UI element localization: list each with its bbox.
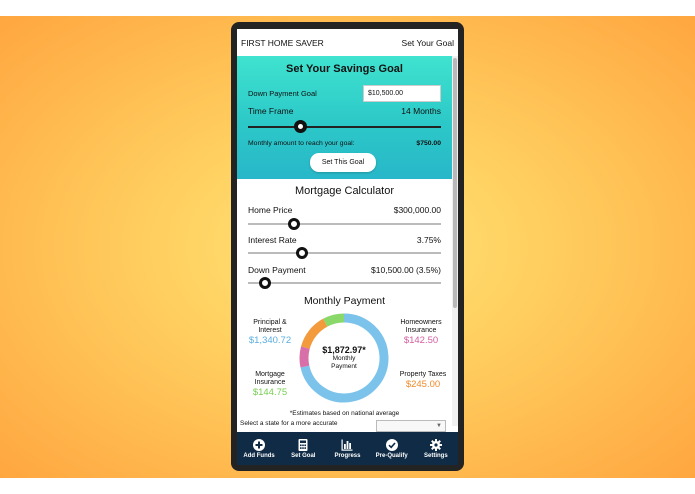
time-frame-value: 14 Months — [401, 106, 441, 116]
set-this-goal-button[interactable]: Set This Goal — [310, 153, 376, 172]
monthly-payment-heading: Monthly Payment — [303, 295, 386, 307]
interest-rate-slider[interactable] — [248, 247, 441, 259]
down-payment-goal-row: Down Payment Goal $10,500.00 — [248, 85, 441, 102]
home-price-track — [248, 223, 441, 225]
home-price-slider[interactable] — [248, 218, 441, 230]
down-payment-track — [248, 282, 441, 284]
legend-principal-interest-value: $1,340.72 — [248, 335, 292, 346]
interest-rate-knob[interactable] — [296, 247, 309, 259]
chevron-down-icon: ▼ — [436, 423, 442, 429]
app-title: FIRST HOME SAVER — [241, 37, 324, 48]
nav-progress[interactable]: Progress — [325, 439, 369, 459]
calculator-icon — [298, 438, 308, 451]
set-goal-link[interactable]: Set Your Goal — [402, 38, 454, 48]
state-prompt: Select a state for a more accurate — [240, 420, 338, 427]
home-price-row: Home Price $300,000.00 — [248, 205, 441, 215]
state-select[interactable]: ▼ — [376, 420, 446, 432]
legend-property-taxes-value: $245.00 — [405, 379, 441, 390]
legend-property-taxes-label: Property Taxes — [399, 371, 447, 378]
phone-frame: FIRST HOME SAVER Set Your Goal Set Your … — [231, 22, 464, 471]
home-price-label: Home Price — [248, 205, 293, 215]
monthly-payment-total: $1,872.97* — [322, 345, 366, 355]
interest-rate-track — [248, 252, 441, 254]
nav-add-funds-label: Add Funds — [243, 452, 275, 459]
scrollbar-thumb[interactable] — [453, 58, 457, 308]
mortgage-heading: Mortgage Calculator — [294, 185, 395, 197]
time-frame-label: Time Frame — [248, 106, 294, 116]
time-frame-slider[interactable] — [248, 120, 441, 133]
time-frame-row: Time Frame 14 Months — [248, 106, 441, 116]
nav-settings-label: Settings — [424, 452, 448, 459]
estimate-note: *Estimates based on national average — [289, 410, 400, 417]
monthly-payment-center-label: Monthly Payment — [331, 355, 357, 370]
nav-set-goal-label: Set Goal — [291, 452, 316, 459]
down-payment-knob[interactable] — [259, 277, 272, 289]
legend-property-taxes: Property Taxes $245.00 — [392, 371, 454, 391]
down-payment-goal-label: Down Payment Goal — [248, 89, 317, 98]
interest-rate-value: 3.75% — [416, 235, 441, 245]
legend-principal-interest-label: Principal & Interest — [253, 319, 287, 334]
monthly-amount-row: Monthly amount to reach your goal: $750.… — [248, 140, 441, 147]
legend-mortgage-insurance: Mortgage Insurance $144.75 — [241, 371, 299, 399]
nav-pre-qualify[interactable]: Pre-Qualify — [370, 438, 414, 459]
down-payment-value: $10,500.00 (3.5%) — [371, 265, 441, 275]
donut-center: $1,872.97* Monthly Payment — [299, 313, 389, 403]
bar-chart-icon — [341, 439, 353, 451]
top-bar: FIRST HOME SAVER Set Your Goal — [237, 29, 458, 56]
legend-principal-interest: Principal & Interest $1,340.72 — [241, 319, 299, 347]
monthly-amount-value: $750.00 — [416, 140, 441, 147]
down-payment-goal-input[interactable]: $10,500.00 — [363, 85, 441, 102]
legend-mortgage-insurance-label: Mortgage Insurance — [254, 371, 286, 386]
down-payment-slider[interactable] — [248, 277, 441, 289]
nav-add-funds[interactable]: Add Funds — [237, 438, 281, 459]
home-price-value: $300,000.00 — [393, 205, 441, 215]
nav-progress-label: Progress — [334, 452, 361, 459]
interest-rate-label: Interest Rate — [248, 235, 297, 245]
bottom-nav: Add Funds Set Goal Progress Pre-Qualify … — [237, 432, 458, 465]
plus-circle-icon — [253, 438, 266, 451]
scrollbar[interactable] — [452, 56, 458, 426]
monthly-amount-label: Monthly amount to reach your goal: — [248, 140, 355, 147]
mortgage-calculator: Mortgage Calculator Home Price $300,000.… — [237, 179, 454, 432]
savings-heading: Set Your Savings Goal — [286, 63, 403, 75]
nav-pre-qualify-label: Pre-Qualify — [375, 452, 408, 459]
home-price-knob[interactable] — [288, 218, 301, 230]
gear-icon — [429, 438, 442, 451]
down-payment-row: Down Payment $10,500.00 (3.5%) — [248, 265, 441, 275]
legend-homeowners-insurance-label: Homeowners Insurance — [400, 319, 442, 334]
time-frame-track — [248, 126, 441, 128]
legend-homeowners-insurance: Homeowners Insurance $142.50 — [392, 319, 450, 347]
down-payment-label: Down Payment — [248, 265, 306, 275]
nav-settings[interactable]: Settings — [414, 438, 458, 459]
app-screen: FIRST HOME SAVER Set Your Goal Set Your … — [237, 29, 458, 465]
legend-homeowners-insurance-value: $142.50 — [403, 335, 439, 346]
legend-mortgage-insurance-value: $144.75 — [252, 387, 288, 398]
check-circle-icon — [385, 438, 398, 451]
nav-set-goal[interactable]: Set Goal — [281, 438, 325, 459]
interest-rate-row: Interest Rate 3.75% — [248, 235, 441, 245]
time-frame-knob[interactable] — [294, 120, 308, 133]
